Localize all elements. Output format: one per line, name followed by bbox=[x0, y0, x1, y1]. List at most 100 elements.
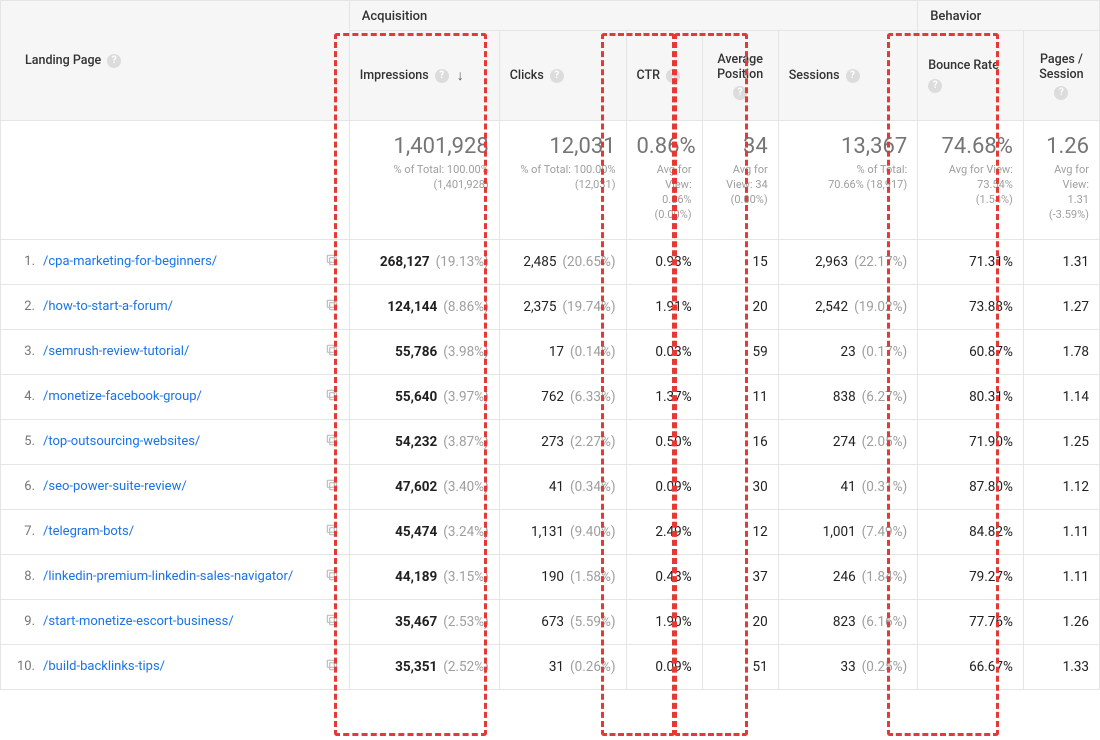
header-impressions[interactable]: Impressions?↓ bbox=[349, 31, 499, 121]
table-row: 9. /start-monetize-escort-business/35,467… bbox=[1, 599, 1100, 644]
open-external-icon[interactable] bbox=[325, 613, 339, 631]
table-row: 1./cpa-marketing-for-beginners/268,127(1… bbox=[1, 239, 1100, 284]
cell-clicks: 17(0.14%) bbox=[499, 329, 626, 374]
open-external-icon[interactable] bbox=[325, 343, 339, 361]
cell-avg-position: 20 bbox=[702, 599, 778, 644]
cell-pages-session: 1.14 bbox=[1023, 374, 1099, 419]
table-row: 8./linkedin-premium-linkedin-sales-navig… bbox=[1, 554, 1100, 599]
cell-pages-session: 1.12 bbox=[1023, 464, 1099, 509]
header-avg-position[interactable]: Average Position? bbox=[702, 31, 778, 121]
open-external-icon[interactable] bbox=[325, 658, 339, 676]
landing-page-link[interactable]: /semrush-review-tutorial/ bbox=[43, 344, 189, 359]
cell-sessions: 33(0.25%) bbox=[778, 644, 918, 689]
cell-impressions: 45,474(3.24%) bbox=[349, 509, 499, 554]
header-group-acquisition: Acquisition bbox=[349, 1, 918, 31]
open-external-icon[interactable] bbox=[325, 388, 339, 406]
table-row: 5./top-outsourcing-websites/54,232(3.87%… bbox=[1, 419, 1100, 464]
landing-page-link[interactable]: /build-backlinks-tips/ bbox=[43, 659, 165, 674]
help-icon[interactable]: ? bbox=[928, 79, 942, 93]
open-external-icon[interactable] bbox=[325, 478, 339, 496]
row-index: 10. bbox=[7, 659, 35, 674]
cell-ctr: 1.37% bbox=[626, 374, 702, 419]
help-icon[interactable]: ? bbox=[1054, 86, 1068, 100]
cell-avg-position: 16 bbox=[702, 419, 778, 464]
help-icon[interactable]: ? bbox=[550, 69, 564, 83]
help-icon[interactable]: ? bbox=[435, 69, 449, 83]
landing-page-link[interactable]: /monetize-facebook-group/ bbox=[43, 389, 202, 404]
summary-pages-session: 1.26Avg for View:1.31(-3.59%) bbox=[1023, 121, 1099, 240]
header-ctr[interactable]: CTR? bbox=[626, 31, 702, 121]
summary-avg-position: 34Avg for View: 34(0.00%) bbox=[702, 121, 778, 240]
row-index: 9. bbox=[7, 614, 35, 629]
cell-avg-position: 15 bbox=[702, 239, 778, 284]
cell-impressions: 55,640(3.97%) bbox=[349, 374, 499, 419]
cell-pages-session: 1.78 bbox=[1023, 329, 1099, 374]
open-external-icon[interactable] bbox=[325, 253, 339, 271]
cell-clicks: 273(2.27%) bbox=[499, 419, 626, 464]
cell-ctr: 2.49% bbox=[626, 509, 702, 554]
cell-ctr: 0.03% bbox=[626, 329, 702, 374]
landing-page-link[interactable]: /seo-power-suite-review/ bbox=[43, 479, 187, 494]
summary-ctr: 0.86%Avg for View:0.86%(0.00%) bbox=[626, 121, 702, 240]
header-sessions[interactable]: Sessions? bbox=[778, 31, 918, 121]
landing-page-cell: 3. /semrush-review-tutorial/ bbox=[1, 337, 349, 367]
table-row: 6./seo-power-suite-review/47,602(3.40%)4… bbox=[1, 464, 1100, 509]
row-index: 7. bbox=[7, 524, 35, 539]
cell-avg-position: 30 bbox=[702, 464, 778, 509]
cell-pages-session: 1.31 bbox=[1023, 239, 1099, 284]
analytics-table: Landing Page? Acquisition Behavior Impre… bbox=[0, 0, 1100, 690]
cell-clicks: 31(0.26%) bbox=[499, 644, 626, 689]
cell-sessions: 823(6.16%) bbox=[778, 599, 918, 644]
landing-page-link[interactable]: /linkedin-premium-linkedin-sales-navigat… bbox=[43, 569, 293, 584]
cell-impressions: 44,189(3.15%) bbox=[349, 554, 499, 599]
cell-clicks: 190(1.58%) bbox=[499, 554, 626, 599]
row-index: 3. bbox=[7, 344, 35, 359]
landing-page-link[interactable]: /start-monetize-escort-business/ bbox=[43, 614, 234, 629]
cell-sessions: 2,963(22.17%) bbox=[778, 239, 918, 284]
landing-page-link[interactable]: /how-to-start-a-forum/ bbox=[43, 299, 173, 314]
cell-bounce-rate: 71.90% bbox=[918, 419, 1024, 464]
cell-impressions: 55,786(3.98%) bbox=[349, 329, 499, 374]
cell-pages-session: 1.11 bbox=[1023, 554, 1099, 599]
row-index: 2. bbox=[7, 299, 35, 314]
landing-page-cell: 9. /start-monetize-escort-business/ bbox=[1, 607, 349, 637]
cell-pages-session: 1.11 bbox=[1023, 509, 1099, 554]
help-icon[interactable]: ? bbox=[107, 54, 121, 68]
open-external-icon[interactable] bbox=[325, 568, 339, 586]
landing-page-link[interactable]: /cpa-marketing-for-beginners/ bbox=[43, 254, 217, 269]
cell-sessions: 23(0.17%) bbox=[778, 329, 918, 374]
cell-pages-session: 1.25 bbox=[1023, 419, 1099, 464]
table-row: 2./how-to-start-a-forum/124,144(8.86%)2,… bbox=[1, 284, 1100, 329]
header-clicks[interactable]: Clicks? bbox=[499, 31, 626, 121]
open-external-icon[interactable] bbox=[325, 298, 339, 316]
cell-sessions: 41(0.31%) bbox=[778, 464, 918, 509]
cell-ctr: 0.09% bbox=[626, 464, 702, 509]
landing-page-link[interactable]: /top-outsourcing-websites/ bbox=[43, 434, 200, 449]
header-landing-page[interactable]: Landing Page? bbox=[1, 1, 350, 121]
header-pages-session[interactable]: Pages / Session? bbox=[1023, 31, 1099, 121]
landing-page-link[interactable]: /telegram-bots/ bbox=[43, 524, 134, 539]
open-external-icon[interactable] bbox=[325, 523, 339, 541]
help-icon[interactable]: ? bbox=[846, 69, 860, 83]
landing-page-cell: 4./monetize-facebook-group/ bbox=[1, 382, 349, 412]
cell-avg-position: 11 bbox=[702, 374, 778, 419]
cell-impressions: 35,351(2.52%) bbox=[349, 644, 499, 689]
cell-clicks: 2,485(20.65%) bbox=[499, 239, 626, 284]
cell-sessions: 274(2.05%) bbox=[778, 419, 918, 464]
cell-pages-session: 1.26 bbox=[1023, 599, 1099, 644]
cell-pages-session: 1.27 bbox=[1023, 284, 1099, 329]
open-external-icon[interactable] bbox=[325, 433, 339, 451]
landing-page-cell: 5./top-outsourcing-websites/ bbox=[1, 427, 349, 457]
header-bounce-rate[interactable]: Bounce Rate? bbox=[918, 31, 1024, 121]
help-icon[interactable]: ? bbox=[666, 69, 680, 83]
help-icon[interactable]: ? bbox=[733, 86, 747, 100]
cell-sessions: 838(6.27%) bbox=[778, 374, 918, 419]
cell-bounce-rate: 87.80% bbox=[918, 464, 1024, 509]
landing-page-cell: 7. /telegram-bots/ bbox=[1, 517, 349, 547]
landing-page-cell: 6. /seo-power-suite-review/ bbox=[1, 472, 349, 502]
table-row: 10. /build-backlinks-tips/35,351(2.52%)31… bbox=[1, 644, 1100, 689]
cell-ctr: 0.50% bbox=[626, 419, 702, 464]
summary-sessions: 13,367% of Total:70.66% (18,917) bbox=[778, 121, 918, 240]
row-index: 6. bbox=[7, 479, 35, 494]
cell-impressions: 35,467(2.53%) bbox=[349, 599, 499, 644]
